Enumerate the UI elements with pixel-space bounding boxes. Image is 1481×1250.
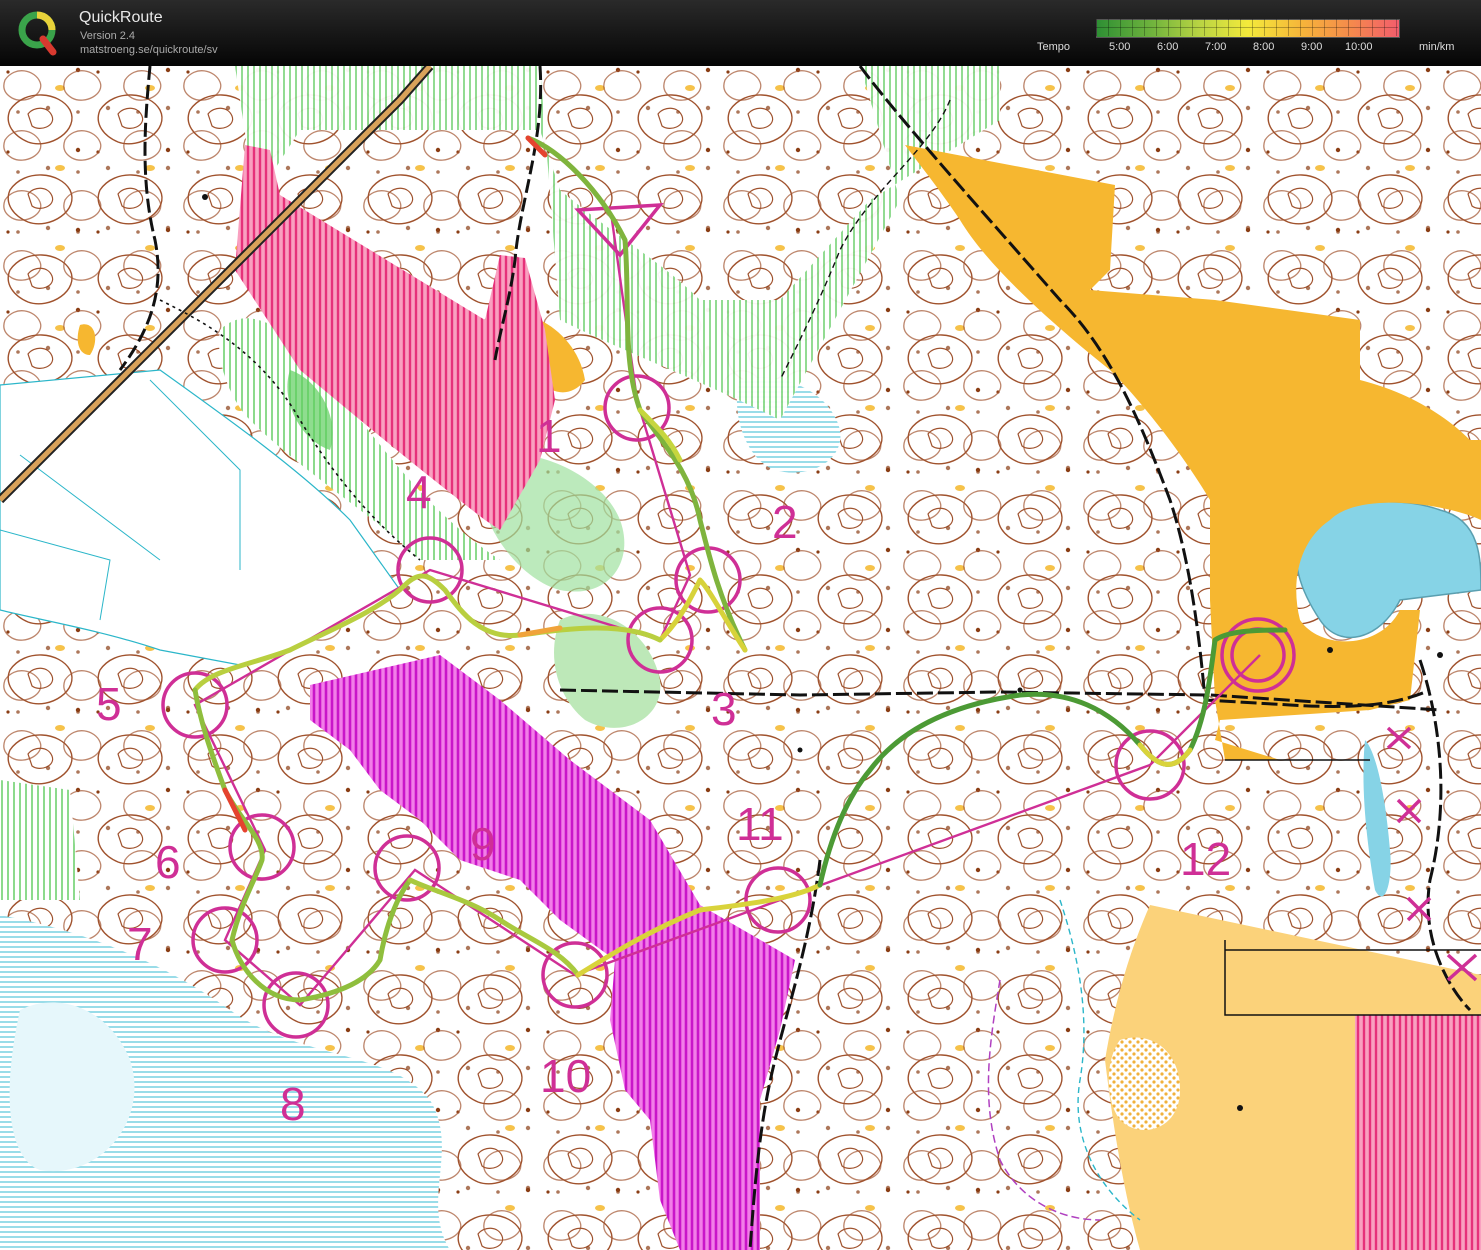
control-number-9: 9 (470, 818, 496, 870)
legend-label: Tempo (1037, 41, 1071, 53)
legend-tick: 6:00 (1157, 41, 1179, 53)
control-number-11: 11 (736, 798, 784, 850)
control-number-4: 4 (406, 466, 432, 518)
control-number-10: 10 (540, 1050, 591, 1102)
quickroute-logo-icon (18, 11, 57, 56)
legend-tick: 10:00 (1345, 41, 1373, 53)
header-bar: QuickRoute Version 2.4 matstroeng.se/qui… (0, 0, 1481, 66)
control-number-2: 2 (772, 496, 798, 548)
orienteering-map[interactable]: 1 2 3 4 5 6 7 8 9 10 11 12 (0, 66, 1481, 1250)
control-number-12: 12 (1180, 833, 1231, 885)
legend-tick: 7:00 (1205, 41, 1227, 53)
tempo-scale-grid (1096, 19, 1398, 36)
vegetation-hatch-sw (0, 780, 80, 900)
control-number-3: 3 (711, 683, 737, 735)
quickroute-window: QuickRoute Version 2.4 matstroeng.se/qui… (0, 0, 1481, 1250)
out-of-bounds-red-southeast (1355, 1015, 1481, 1250)
legend-tick: 8:00 (1253, 41, 1275, 53)
control-number-1: 1 (536, 410, 562, 462)
control-number-7: 7 (127, 918, 153, 970)
control-number-5: 5 (96, 678, 122, 730)
app-version: Version 2.4 (80, 30, 136, 42)
legend-unit: min/km (1419, 41, 1455, 53)
legend-tick: 5:00 (1109, 41, 1131, 53)
control-number-6: 6 (155, 836, 181, 888)
app-url: matstroeng.se/quickroute/sv (80, 44, 218, 56)
control-number-8: 8 (280, 1078, 306, 1130)
app-title: QuickRoute (79, 9, 163, 26)
legend-tick: 9:00 (1301, 41, 1323, 53)
